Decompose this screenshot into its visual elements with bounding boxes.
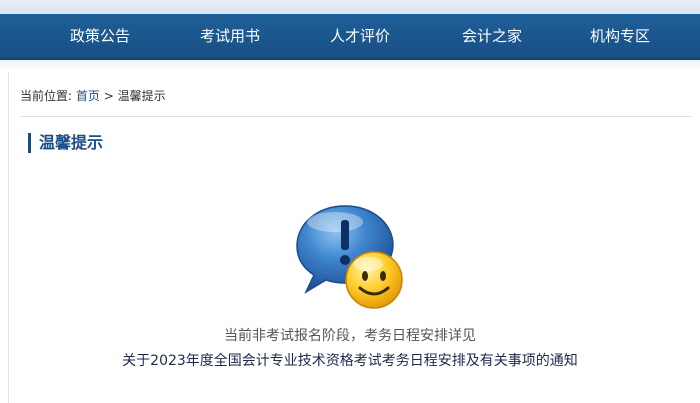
breadcrumb-current: 温馨提示 (117, 89, 166, 103)
breadcrumb-home-link[interactable]: 首页 (76, 89, 100, 103)
nav-item-talent-evaluation[interactable]: 人才评价 (330, 14, 390, 58)
speech-bubble-exclamation-smiley-icon (290, 200, 410, 312)
page-title: 温馨提示 (28, 133, 103, 153)
nav-item-exam-books[interactable]: 考试用书 (200, 14, 260, 58)
nav-item-accountant-home[interactable]: 会计之家 (462, 14, 522, 58)
breadcrumb-divider (20, 116, 692, 117)
breadcrumb-prefix: 当前位置: (20, 89, 73, 103)
main-nav: 政策公告 考试用书 人才评价 会计之家 机构专区 (0, 14, 700, 60)
breadcrumb-separator: > (103, 89, 114, 103)
notice-message: 当前非考试报名阶段，考务日程安排详见 (224, 328, 476, 344)
breadcrumb: 当前位置: 首页 > 温馨提示 (20, 87, 166, 104)
nav-item-policy[interactable]: 政策公告 (70, 14, 130, 58)
top-banner-strip (0, 0, 700, 14)
notice-link[interactable]: 关于2023年度全国会计专业技术资格考试考务日程安排及有关事项的通知 (0, 350, 700, 370)
nav-shadow (0, 60, 700, 72)
nav-item-institution-zone[interactable]: 机构专区 (590, 14, 650, 58)
